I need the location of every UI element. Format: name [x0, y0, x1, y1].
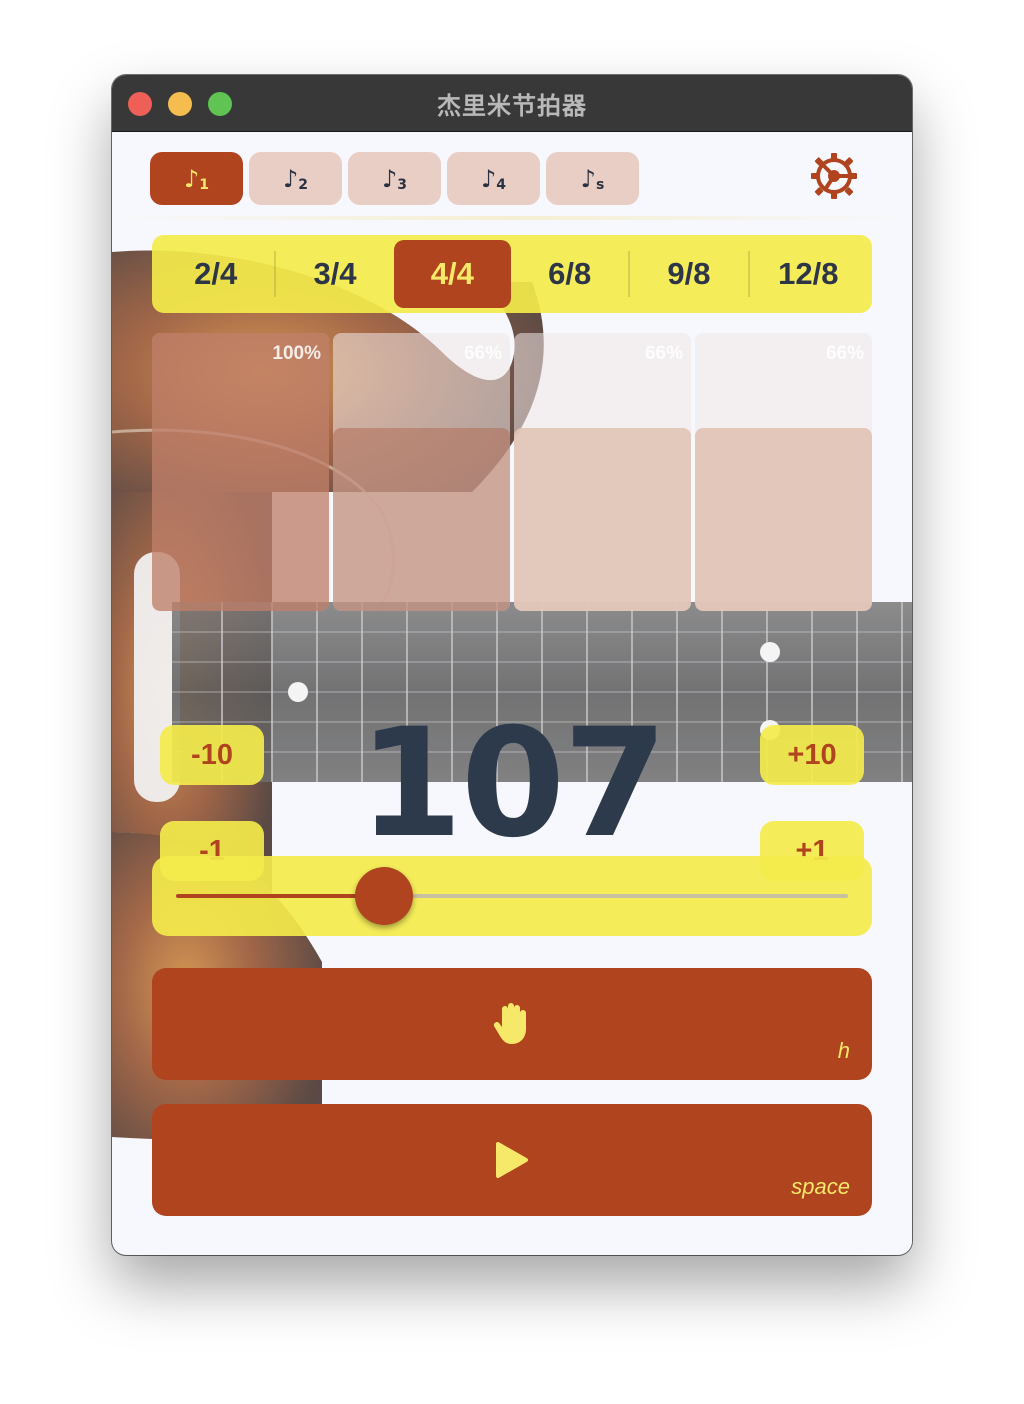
- time-signature-2-4[interactable]: 2/4: [157, 240, 274, 308]
- slider-track[interactable]: [176, 894, 848, 898]
- play-hotkey-label: space: [791, 1174, 850, 1199]
- tap-hotkey-label: h: [837, 1038, 850, 1063]
- note-tab-1[interactable]: ♪ 1: [150, 152, 243, 205]
- note-value-tabs: ♪ 1 ♪ 2 ♪ 3 ♪ 4 ♪ s: [150, 152, 639, 205]
- beat-level-fill: [152, 333, 329, 611]
- window-title: 杰里米节拍器: [437, 92, 587, 120]
- time-signature-6-8[interactable]: 6/8: [511, 240, 628, 308]
- gear-icon[interactable]: [808, 150, 860, 202]
- beat-percent: 66%: [644, 343, 683, 364]
- beat-percent: 66%: [825, 343, 864, 364]
- time-signature-9-8[interactable]: 9/8: [630, 240, 747, 308]
- note-icon: ♪: [480, 164, 497, 193]
- note-icon: ♪: [381, 164, 398, 193]
- close-window-button[interactable]: [128, 92, 152, 116]
- time-signature-3-4[interactable]: 3/4: [276, 240, 393, 308]
- beat-level-fill: [333, 427, 510, 611]
- tempo-slider[interactable]: [152, 856, 872, 936]
- note-tab-3[interactable]: ♪ 3: [348, 152, 441, 205]
- beat-level-fill: [514, 427, 691, 611]
- beat-percent: 100%: [272, 343, 321, 364]
- beat-accent-bars: 100% 66% 66% 66%: [152, 333, 872, 611]
- play-icon: [496, 1142, 528, 1178]
- note-icon: ♪: [580, 164, 596, 193]
- beat-bar-3[interactable]: 66%: [514, 333, 691, 611]
- time-signature-4-4[interactable]: 4/4: [393, 240, 511, 308]
- note-tab-label: 1: [199, 176, 210, 193]
- note-tab-label: 2: [298, 176, 309, 193]
- note-tab-s[interactable]: ♪ s: [546, 152, 639, 205]
- slider-fill: [176, 894, 385, 898]
- note-icon: ♪: [282, 164, 299, 193]
- tap-tempo-button[interactable]: h: [152, 968, 872, 1080]
- note-icon: ♪: [183, 164, 200, 193]
- tempo-plus-10-button[interactable]: +10: [760, 725, 864, 785]
- note-tab-label: 4: [496, 176, 507, 193]
- note-tab-2[interactable]: ♪ 2: [249, 152, 342, 205]
- tempo-minus-10-button[interactable]: -10: [160, 725, 264, 785]
- maximize-window-button[interactable]: [208, 92, 232, 116]
- note-tab-4[interactable]: ♪ 4: [447, 152, 540, 205]
- slider-thumb[interactable]: [355, 867, 414, 925]
- beat-bar-4[interactable]: 66%: [695, 333, 872, 611]
- app-window: 杰里米节拍器 ♪ 1 ♪ 2 ♪ 3 ♪ 4 ♪ s 2/4 3/4 4/4 6…: [112, 75, 912, 1255]
- play-button[interactable]: space: [152, 1104, 872, 1216]
- note-tab-label: s: [595, 176, 605, 193]
- note-tab-label: 3: [397, 176, 408, 193]
- divider: [112, 216, 912, 220]
- beat-percent: 66%: [463, 343, 502, 364]
- hand-icon: [493, 1003, 526, 1044]
- beat-bar-2[interactable]: 66%: [333, 333, 510, 611]
- bpm-display: 107: [358, 697, 667, 871]
- beat-level-fill: [695, 427, 872, 611]
- beat-bar-1[interactable]: 100%: [152, 333, 329, 611]
- time-signature-12-8[interactable]: 12/8: [750, 240, 867, 308]
- minimize-window-button[interactable]: [168, 92, 192, 116]
- main-content: ♪ 1 ♪ 2 ♪ 3 ♪ 4 ♪ s 2/4 3/4 4/4 6/8 9/8 …: [112, 132, 912, 1255]
- title-bar: 杰里米节拍器: [112, 75, 912, 132]
- time-signature-selector: 2/4 3/4 4/4 6/8 9/8 12/8: [152, 235, 872, 313]
